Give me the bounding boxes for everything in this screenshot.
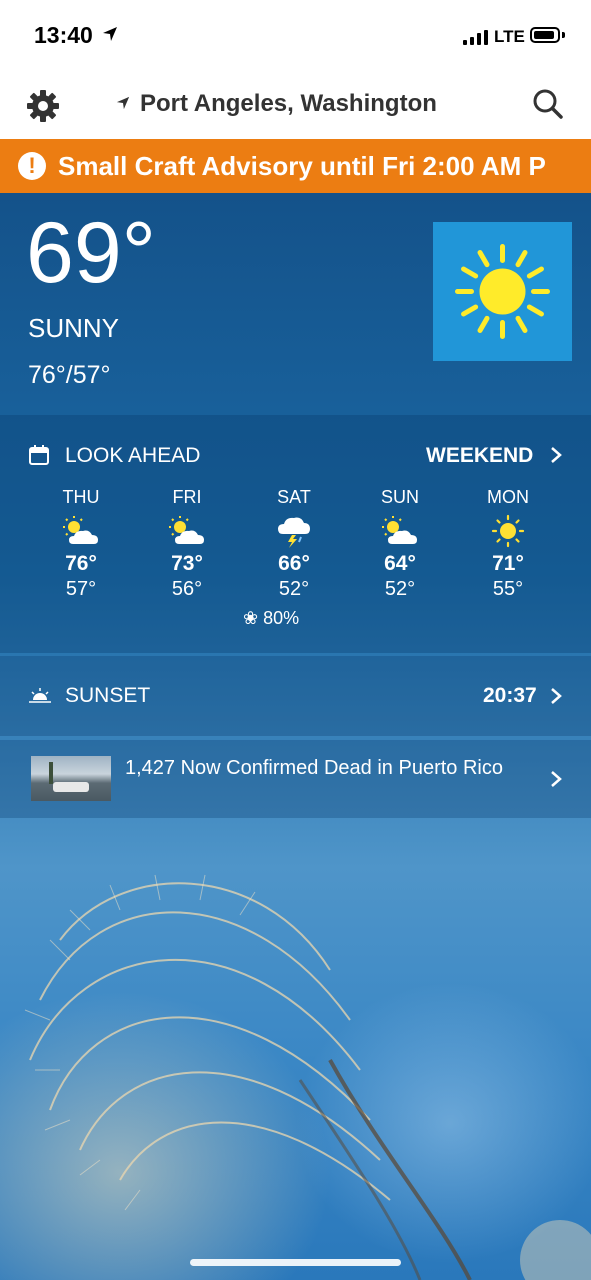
alert-icon: ! <box>18 152 46 180</box>
day-low: 52° <box>278 578 310 600</box>
location-arrow-icon <box>103 27 117 41</box>
advisory-banner[interactable]: ! Small Craft Advisory until Fri 2:00 AM… <box>0 139 591 193</box>
forecast-day[interactable]: THU 76° 57° <box>31 487 131 601</box>
forecast-day[interactable]: SUN 64° 52° <box>350 487 450 601</box>
day-low: 57° <box>65 578 97 600</box>
sun-icon <box>455 244 550 339</box>
sunset-row[interactable]: SUNSET 20:37 <box>0 656 591 736</box>
advisory-text: Small Craft Advisory until Fri 2:00 AM P <box>58 151 546 181</box>
status-bar: 13:40 LTE <box>0 0 591 72</box>
day-name: MON <box>487 487 529 507</box>
sunset-time: 20:37 <box>483 684 537 707</box>
chevron-right-icon[interactable] <box>549 770 563 788</box>
day-high: 71° <box>492 552 524 575</box>
current-weather-tile <box>433 222 572 361</box>
raindrop-icon: ❀ <box>243 608 259 628</box>
day-high: 64° <box>384 552 416 575</box>
thunderstorm-icon <box>274 514 314 548</box>
precipitation-chance: ❀ 80% <box>243 608 299 629</box>
day-low: 52° <box>384 578 416 600</box>
precip-value: 80% <box>263 608 300 628</box>
day-high: 76° <box>65 552 97 575</box>
day-low: 55° <box>492 578 524 600</box>
current-hi-lo: 76°/57° <box>28 361 111 389</box>
sun-icon <box>488 514 528 548</box>
chevron-right-icon[interactable] <box>549 446 563 464</box>
location-arrow-icon <box>116 96 130 110</box>
sunset-icon <box>29 688 51 703</box>
status-time: 13:40 <box>34 22 93 48</box>
partly-cloudy-icon <box>167 514 207 548</box>
partly-cloudy-icon <box>61 514 101 548</box>
current-temperature: 69° <box>26 205 157 301</box>
battery-icon <box>530 27 560 43</box>
day-name: SUN <box>380 487 419 507</box>
news-thumbnail <box>31 756 111 801</box>
weekend-link[interactable]: WEEKEND <box>426 444 533 468</box>
forecast-day[interactable]: FRI 73° 56° <box>137 487 237 601</box>
home-indicator[interactable] <box>190 1259 401 1266</box>
forecast-day[interactable]: SAT 66° 52° <box>244 487 344 601</box>
day-low: 56° <box>171 578 203 600</box>
day-name: THU <box>62 487 100 507</box>
look-ahead-panel: LOOK AHEAD WEEKEND THU 76° 57° FRI 73° 5… <box>0 415 591 653</box>
gear-icon[interactable] <box>26 89 60 123</box>
day-name: FRI <box>172 487 202 507</box>
network-type: LTE <box>494 27 525 46</box>
location-title[interactable]: Port Angeles, Washington <box>140 90 437 118</box>
current-condition: SUNNY <box>28 313 120 343</box>
signal-icon <box>463 30 488 45</box>
partly-cloudy-icon <box>380 514 420 548</box>
app-header: Port Angeles, Washington <box>0 72 591 139</box>
news-headline: 1,427 Now Confirmed Dead in Puerto Rico <box>125 757 503 779</box>
grass-photo <box>24 874 591 1280</box>
calendar-icon <box>29 445 49 465</box>
day-name: SAT <box>277 487 311 507</box>
day-high: 73° <box>171 552 203 575</box>
sunset-label: SUNSET <box>65 684 151 707</box>
news-row[interactable]: 1,427 Now Confirmed Dead in Puerto Rico <box>0 740 591 818</box>
forecast-day[interactable]: MON 71° 55° <box>458 487 558 601</box>
look-ahead-title: LOOK AHEAD <box>65 444 201 467</box>
battery-tip <box>562 32 565 38</box>
search-icon[interactable] <box>532 88 564 120</box>
day-high: 66° <box>278 552 310 575</box>
chevron-right-icon[interactable] <box>549 687 563 705</box>
